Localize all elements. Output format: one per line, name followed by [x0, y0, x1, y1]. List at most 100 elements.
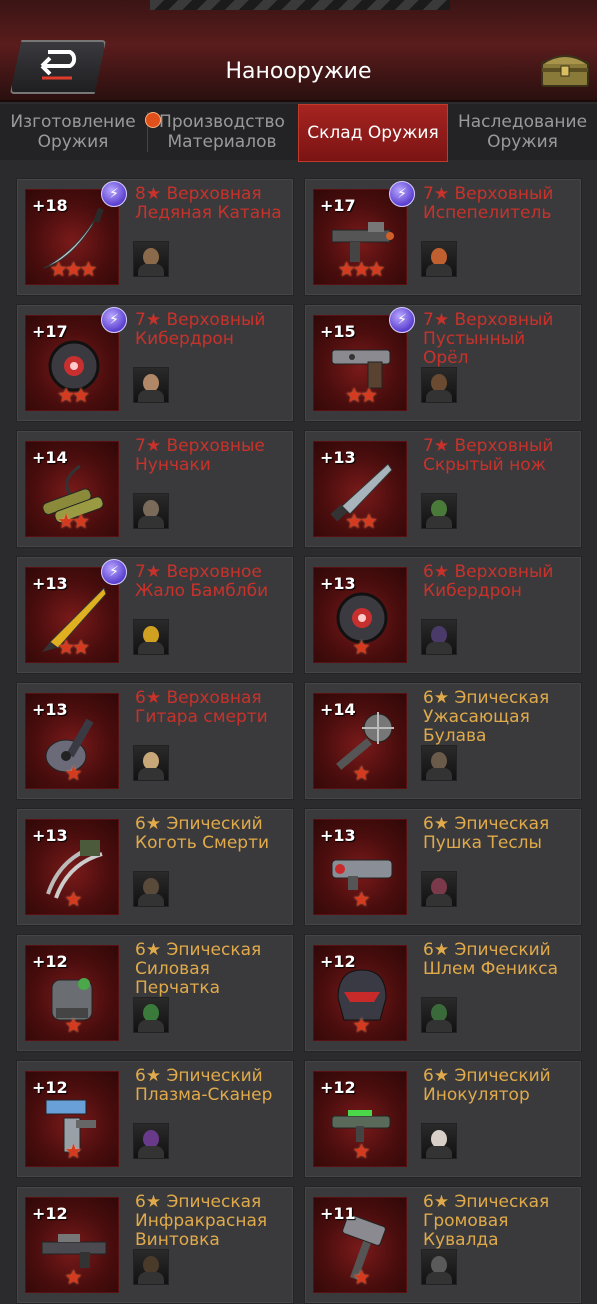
star-rating: ★ — [352, 761, 371, 785]
enhance-level: +12 — [320, 952, 356, 971]
hero-avatar[interactable] — [133, 997, 169, 1033]
weapon-name: 6★ Эпический Шлем Феникса — [423, 940, 559, 979]
hero-avatar[interactable] — [133, 745, 169, 781]
star-rating: ★ — [352, 1013, 371, 1037]
weapon-name: 6★ Эпическая Силовая Перчатка — [135, 940, 262, 998]
weapon-card[interactable]: +13 ★ 6★ Эпический Коготь Смерти — [16, 808, 294, 926]
weapon-card[interactable]: +14 ★★ 7★ Верховные Нунчаки — [16, 430, 294, 548]
hero-avatar[interactable] — [133, 1123, 169, 1159]
hero-body — [138, 768, 164, 780]
weapon-thumbnail[interactable]: +12 ★ — [313, 945, 407, 1041]
weapon-card[interactable]: +14 ★ 6★ Эпическая Ужасающая Булава — [304, 682, 582, 800]
hero-body — [426, 1146, 452, 1158]
hero-body — [426, 768, 452, 780]
weapon-card[interactable]: +13 ★ 6★ Верховный Кибердрон — [304, 556, 582, 674]
hero-avatar[interactable] — [421, 619, 457, 655]
hero-avatar[interactable] — [421, 367, 457, 403]
hero-body — [138, 642, 164, 654]
hero-avatar[interactable] — [421, 1123, 457, 1159]
enhance-level: +14 — [32, 448, 68, 467]
star-rating: ★ — [64, 1265, 83, 1289]
tab-weapon-storage[interactable]: Склад Оружия — [298, 104, 448, 162]
treasure-chest-icon — [541, 55, 589, 87]
energy-badge-icon: ⚡ — [101, 181, 127, 207]
weapon-name: 6★ Верховный Кибердрон — [423, 562, 554, 601]
hero-avatar[interactable] — [421, 493, 457, 529]
hero-body — [138, 264, 164, 276]
hero-avatar[interactable] — [421, 241, 457, 277]
hero-body — [426, 642, 452, 654]
weapon-card[interactable]: +13 ★★ ⚡ 7★ Верховное Жало Бамблби — [16, 556, 294, 674]
hero-body — [426, 1272, 452, 1284]
weapon-card[interactable]: +17 ★★★ ⚡ 7★ Верховный Испепелитель — [304, 178, 582, 296]
weapon-card[interactable]: +11 ★ 6★ Эпическая Громовая Кувалда — [304, 1186, 582, 1304]
tab-weapon-crafting[interactable]: Изготовление Оружия — [0, 104, 146, 160]
weapon-card[interactable]: +17 ★★ ⚡ 7★ Верховный Кибердрон — [16, 304, 294, 422]
weapon-card[interactable]: +12 ★ 6★ Эпическая Силовая Перчатка — [16, 934, 294, 1052]
hero-avatar[interactable] — [421, 997, 457, 1033]
star-rating: ★ — [352, 1265, 371, 1289]
weapon-card[interactable]: +13 ★ 6★ Эпическая Пушка Теслы — [304, 808, 582, 926]
enhance-level: +14 — [320, 700, 356, 719]
hero-body — [426, 390, 452, 402]
enhance-level: +13 — [32, 574, 68, 593]
weapon-thumbnail[interactable]: +13 ★★ — [313, 441, 407, 537]
star-rating: ★★ — [57, 383, 90, 407]
hero-avatar[interactable] — [421, 871, 457, 907]
weapon-thumbnail[interactable]: +12 ★ — [25, 945, 119, 1041]
weapon-name: 7★ Верховный Скрытый нож — [423, 436, 554, 475]
enhance-level: +13 — [320, 826, 356, 845]
hero-avatar[interactable] — [133, 871, 169, 907]
weapon-name: 6★ Эпическая Инфракрасная Винтовка — [135, 1192, 268, 1250]
energy-badge-icon: ⚡ — [389, 307, 415, 333]
enhance-level: +17 — [320, 196, 356, 215]
energy-badge-icon: ⚡ — [389, 181, 415, 207]
weapon-name: 6★ Эпическая Ужасающая Булава — [423, 688, 550, 746]
tab-weapon-inheritance[interactable]: Наследование Оружия — [448, 104, 597, 160]
enhance-level: +13 — [32, 700, 68, 719]
weapon-card[interactable]: +18 ★★★ ⚡ 8★ Верховная Ледяная Катана — [16, 178, 294, 296]
hero-body — [426, 516, 452, 528]
enhance-level: +12 — [32, 952, 68, 971]
weapon-card[interactable]: +12 ★ 6★ Эпический Плазма-Сканер — [16, 1060, 294, 1178]
hero-avatar[interactable] — [133, 367, 169, 403]
weapon-card[interactable]: +12 ★ 6★ Эпический Шлем Феникса — [304, 934, 582, 1052]
hero-avatar[interactable] — [133, 493, 169, 529]
star-rating: ★★ — [345, 383, 378, 407]
weapon-thumbnail[interactable]: +11 ★ — [313, 1197, 407, 1293]
weapon-thumbnail[interactable]: +12 ★ — [313, 1071, 407, 1167]
energy-badge-icon: ⚡ — [101, 307, 127, 333]
enhance-level: +13 — [320, 574, 356, 593]
tab-material-production[interactable]: Производство Материалов — [148, 104, 296, 160]
weapon-thumbnail[interactable]: +12 ★ — [25, 1071, 119, 1167]
weapon-grid: +18 ★★★ ⚡ 8★ Верховная Ледяная Катана +17 ★★★… — [0, 178, 597, 1304]
star-rating: ★ — [352, 1139, 371, 1163]
weapon-card[interactable]: +12 ★ 6★ Эпический Инокулятор — [304, 1060, 582, 1178]
weapon-card[interactable]: +13 ★★ 7★ Верховный Скрытый нож — [304, 430, 582, 548]
hero-avatar[interactable] — [133, 241, 169, 277]
weapon-thumbnail[interactable]: +13 ★ — [313, 819, 407, 915]
weapon-thumbnail[interactable]: +13 ★ — [25, 693, 119, 789]
star-rating: ★ — [64, 887, 83, 911]
star-rating: ★ — [64, 1139, 83, 1163]
weapon-thumbnail[interactable]: +13 ★ — [313, 567, 407, 663]
hero-avatar[interactable] — [133, 619, 169, 655]
weapon-thumbnail[interactable]: +13 ★ — [25, 819, 119, 915]
enhance-level: +12 — [32, 1204, 68, 1223]
weapon-card[interactable]: +13 ★ 6★ Верховная Гитара смерти — [16, 682, 294, 800]
star-rating: ★ — [352, 887, 371, 911]
top-bar: Нанооружие — [0, 0, 597, 102]
weapon-name: 7★ Верховное Жало Бамблби — [135, 562, 269, 601]
weapon-name: 7★ Верховный Пустынный Орёл — [423, 310, 554, 368]
hero-avatar[interactable] — [421, 745, 457, 781]
weapon-thumbnail[interactable]: +14 ★ — [313, 693, 407, 789]
weapon-name: 6★ Эпический Плазма-Сканер — [135, 1066, 273, 1105]
weapon-card[interactable]: +12 ★ 6★ Эпическая Инфракрасная Винтовка — [16, 1186, 294, 1304]
weapon-name: 6★ Эпическая Громовая Кувалда — [423, 1192, 550, 1250]
weapon-name: 7★ Верховные Нунчаки — [135, 436, 265, 475]
weapon-thumbnail[interactable]: +12 ★ — [25, 1197, 119, 1293]
hazard-stripe — [150, 0, 450, 10]
treasure-chest-button[interactable] — [540, 50, 590, 88]
weapon-card[interactable]: +15 ★★ ⚡ 7★ Верховный Пустынный Орёл — [304, 304, 582, 422]
weapon-thumbnail[interactable]: +14 ★★ — [25, 441, 119, 537]
